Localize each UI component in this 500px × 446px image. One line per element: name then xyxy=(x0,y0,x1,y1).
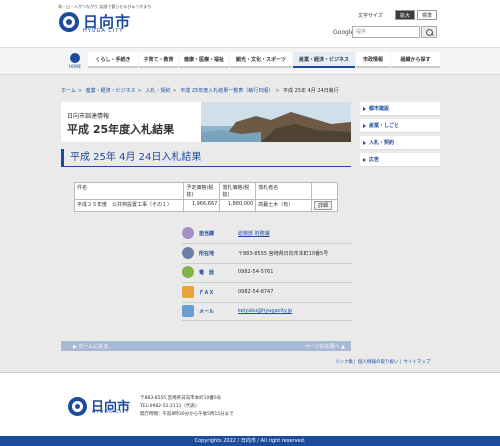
department-label: 担当課 xyxy=(199,231,215,237)
breadcrumb-current: 平成 25年 4月 24日執行 xyxy=(283,88,339,94)
cell-detail: 詳細 xyxy=(311,199,338,212)
fax-label: ＦＡＸ xyxy=(199,290,215,296)
sidebar: 都市建設 産業・しごと 入札・契約 広告 xyxy=(360,102,440,170)
page-title: 平成 25年 4月 24日入札結果 xyxy=(61,149,351,167)
nav-item-living[interactable]: くらし・手続き xyxy=(88,52,138,68)
nav-item-childcare[interactable]: 子育て・教育 xyxy=(139,52,178,68)
phone-icon xyxy=(182,266,194,278)
search-button[interactable] xyxy=(421,26,437,38)
footer-link-sitemap[interactable]: サイトマップ xyxy=(403,360,430,365)
nav-home[interactable]: HOME xyxy=(65,53,85,74)
text-size-label: 文字サイズ xyxy=(358,13,383,19)
city-logo-icon[interactable] xyxy=(59,12,79,32)
back-to-home-label: ホームに戻る xyxy=(78,344,109,350)
col-header-winning-price: 落札価格(税抜) xyxy=(219,182,257,200)
site-header: 海・山・人がつながり 笑顔で暮らせるひゅうがまち 日向市 HYUGA CITY … xyxy=(0,0,500,47)
banner-title: 平成 25年度入札結果 xyxy=(67,123,175,136)
cell-winning-price: 1,880,000 xyxy=(219,199,257,212)
sidebar-item-ads[interactable]: 広告 xyxy=(360,153,440,167)
address-label: 所在地 xyxy=(199,251,215,257)
nav-item-tourism[interactable]: 観光・文化・スポーツ xyxy=(230,52,292,68)
footer-hours: 開庁時間：午前8時30分から午後5時15分まで xyxy=(140,412,234,417)
footer-tel: TEL:0982-52-2111（代表） xyxy=(140,404,200,409)
divider xyxy=(182,243,352,244)
banner-subtitle: 日向市調達情報 xyxy=(67,113,110,120)
col-header-winner: 落札者名 xyxy=(255,182,313,200)
breadcrumb-results-list[interactable]: 平成 25年度入札結果一覧表（執行日順） xyxy=(180,88,273,94)
search-input[interactable]: 提供 xyxy=(352,26,420,38)
footer-links: リンク集| 個人情報の取り扱い| サイトマップ xyxy=(335,360,431,365)
mail-link[interactable]: keiyaku@hyugacity.jp xyxy=(238,308,292,314)
person-icon xyxy=(182,227,194,239)
nav-item-industry[interactable]: 産業・経済・ビジネス xyxy=(293,52,355,68)
table-header-row: 件名 予定価格(税抜) 落札価格(税抜) 落札者名 xyxy=(73,182,338,200)
address-value: 〒883-8555 宮崎県日向市本町10番5号 xyxy=(238,251,329,257)
sidebar-item-urban[interactable]: 都市建設 xyxy=(360,102,440,116)
phone-value: 0982-54-5761 xyxy=(238,269,274,275)
divider xyxy=(182,320,352,321)
back-to-home-link[interactable]: ▶ ホームに戻る xyxy=(73,343,108,350)
col-header-subject: 件名 xyxy=(73,182,185,200)
nav-item-health[interactable]: 健康・医療・福祉 xyxy=(179,52,229,68)
footer-link-privacy[interactable]: 個人情報の取り扱い xyxy=(358,360,399,365)
detail-button[interactable]: 詳細 xyxy=(314,201,333,210)
cell-subject: 平成２５年度 公共桝設置工事（その１） xyxy=(73,199,185,212)
phone-label: 電 話 xyxy=(199,270,215,276)
copyright: Copyrights 2022 / 日向市 / All right reserv… xyxy=(0,436,500,446)
global-nav: HOME くらし・手続き 子育て・教育 健康・医療・福祉 観光・文化・スポーツ … xyxy=(0,47,500,75)
department-link[interactable]: 総務部 財務課 xyxy=(238,230,270,237)
bid-results-table: 件名 予定価格(税抜) 落札価格(税抜) 落札者名 平成２５年度 公共桝設置工事… xyxy=(73,182,338,212)
breadcrumb: ホーム > 産業・経済・ビジネス > 入札・契約 > 平成 25年度入札結果一覧表（執… xyxy=(61,88,339,94)
site-footer: 日向市 HYUGA CITY 〒883-8555 宮崎県日向市本町10番5号 T… xyxy=(0,372,500,446)
footer-city-sub: HYUGA CITY xyxy=(92,410,130,415)
divider xyxy=(182,263,352,264)
divider xyxy=(182,282,352,283)
mail-label: メール xyxy=(199,309,215,315)
breadcrumb-home[interactable]: ホーム xyxy=(61,88,76,94)
site-tagline: 海・山・人がつながり 笑顔で暮らせるひゅうがまち xyxy=(58,4,152,9)
sidebar-item-bidding[interactable]: 入札・契約 xyxy=(360,136,440,150)
text-size-large-button[interactable]: 拡大 xyxy=(395,10,415,20)
sidebar-item-industry[interactable]: 産業・しごと xyxy=(360,119,440,133)
mail-icon xyxy=(182,305,194,317)
breadcrumb-industry[interactable]: 産業・経済・ビジネス xyxy=(86,88,136,94)
section-banner: 日向市調達情報 平成 25年度入札結果 xyxy=(61,102,351,142)
fax-value: 0982-54-8747 xyxy=(238,289,274,295)
col-header-planned-price: 予定価格(税抜) xyxy=(183,182,221,200)
fax-icon xyxy=(182,286,194,298)
coastline-photo xyxy=(201,102,351,142)
table-row: 平成２５年度 公共桝設置工事（その１） 1,966,667 1,880,000 … xyxy=(73,199,338,212)
nav-home-label: HOME xyxy=(68,64,82,69)
back-navigation-bar: ▶ ホームに戻る ページの先頭へ ▲ xyxy=(61,341,351,351)
footer-link-links[interactable]: リンク集 xyxy=(335,360,353,365)
cell-winner: 高藪土木（有） xyxy=(255,199,313,212)
site-logo-subtext: HYUGA CITY xyxy=(83,28,124,34)
cell-planned-price: 1,966,667 xyxy=(183,199,221,212)
location-pin-icon xyxy=(182,247,194,259)
footer-logo-icon xyxy=(68,397,87,416)
home-icon xyxy=(70,53,80,63)
nav-item-city-info[interactable]: 市政情報 xyxy=(356,52,390,68)
google-label: Google xyxy=(333,29,355,36)
page-top-link[interactable]: ページの先頭へ ▲ xyxy=(305,343,345,350)
page-top-label: ページの先頭へ xyxy=(304,344,340,350)
nav-item-organization[interactable]: 組織から探す xyxy=(391,52,440,68)
text-size-standard-button[interactable]: 標準 xyxy=(417,10,437,20)
col-header-detail xyxy=(311,182,338,200)
breadcrumb-bidding[interactable]: 入札・契約 xyxy=(145,88,170,94)
footer-address: 〒883-8555 宮崎県日向市本町10番5号 xyxy=(140,396,222,401)
divider xyxy=(182,302,352,303)
